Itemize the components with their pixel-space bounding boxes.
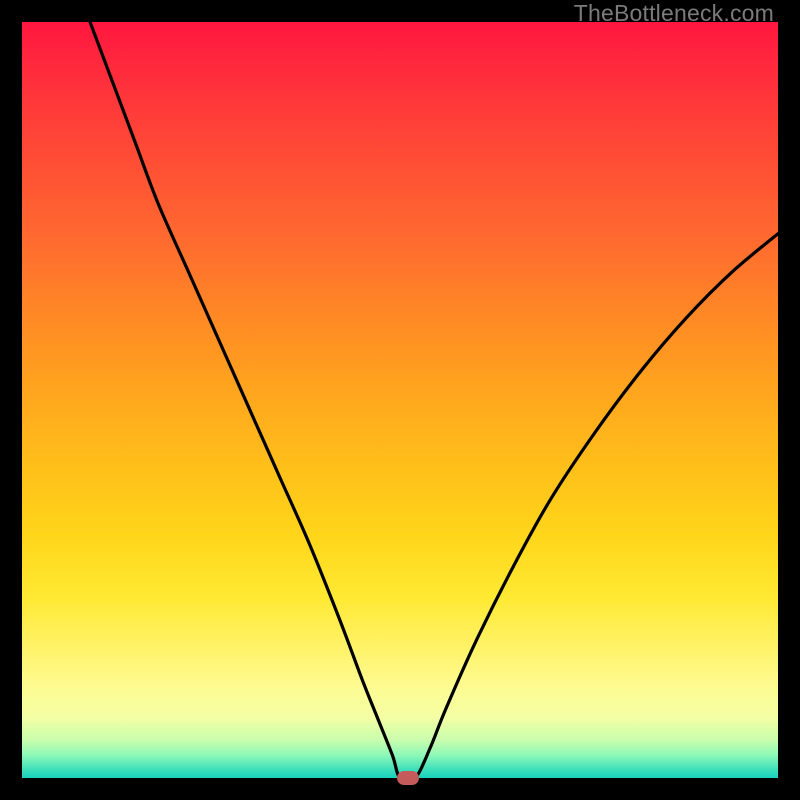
curve-svg [22,22,778,778]
bottleneck-curve-path [90,22,778,778]
watermark-text: TheBottleneck.com [574,0,774,27]
plot-area [22,22,778,778]
optimal-point-marker [397,771,419,785]
chart-frame: TheBottleneck.com [0,0,800,800]
